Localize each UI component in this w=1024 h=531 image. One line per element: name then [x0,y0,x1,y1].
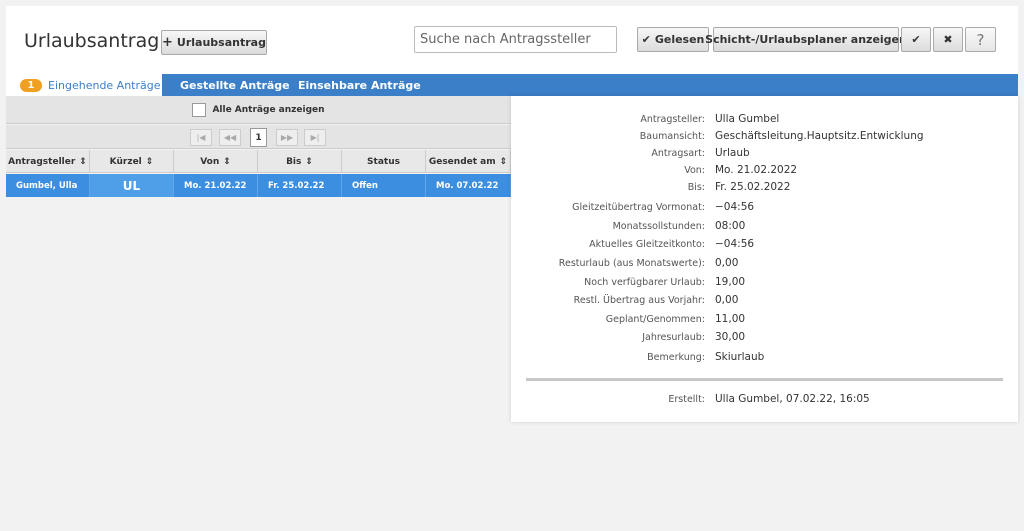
cell-short: UL [90,174,174,197]
column-header[interactable]: Antragsteller ⇕ [6,150,90,173]
help-button[interactable]: ? [965,27,996,52]
column-header[interactable]: Von ⇕ [174,150,258,173]
close-icon: ✖ [943,33,953,46]
show-all-checkbox[interactable] [192,102,207,117]
last-page-icon[interactable]: ▶| [304,129,326,146]
sort-icon: ⇕ [499,156,508,167]
divider [526,378,1003,381]
detail-row: Geplant/Genommen: 11,00 [605,313,746,325]
count-badge: 1 [20,78,42,92]
cell-status: Offen [342,174,426,197]
detail-row: Monatssollstunden: 08:00 [612,220,746,232]
page-title: Urlaubsantrag [24,30,160,52]
column-header[interactable]: Gesendet am ⇕ [426,150,511,173]
table-header: Antragsteller ⇕ Kürzel ⇕ Von ⇕ Bis ⇕ Status … [6,150,511,173]
tab-incoming[interactable]: 1 Eingehende Anträge [6,74,162,96]
cell-from: Mo. 21.02.22 [174,174,258,197]
new-request-button[interactable]: + Urlaubsantrag [161,30,267,55]
current-page[interactable]: 1 [250,128,267,147]
detail-row: Baumansicht: Geschäftsleitung.Hauptsitz.E… [639,130,924,142]
sort-icon: ⇕ [145,156,154,167]
top-toolbar: Urlaubsantrag + Urlaubsantrag ✔ Gelesen … [6,6,1018,74]
request-list: Alle Anträge anzeigen |◀ ◀◀ 1 ▶▶ ▶| Antr… [6,96,511,201]
cell-applicant: Gumbel, Ulla [6,174,90,197]
cell-sent: Mo. 07.02.22 [426,174,511,197]
show-all-row: Alle Anträge anzeigen [6,96,511,124]
sort-icon: ⇕ [223,156,231,167]
detail-panel: Antragsteller: Ulla Gumbel Baumansicht: Ge… [511,96,1018,422]
plus-icon: + [162,35,173,50]
column-header: Status [342,150,426,173]
first-page-icon[interactable]: |◀ [190,129,212,146]
search-input[interactable] [414,26,617,53]
sort-icon: ⇕ [79,156,87,167]
show-all-label: Alle Anträge anzeigen [212,104,325,115]
pager: |◀ ◀◀ 1 ▶▶ ▶| [6,125,511,149]
sort-icon: ⇕ [305,156,313,167]
prev-page-icon[interactable]: ◀◀ [219,129,241,146]
detail-row: Aktuelles Gleitzeitkonto: −04:56 [589,238,755,250]
column-header[interactable]: Kürzel ⇕ [90,150,174,173]
detail-row: Noch verfügbarer Urlaub: 19,00 [584,276,746,288]
detail-row: Restl. Übertrag aus Vorjahr: 0,00 [573,294,739,306]
approve-button[interactable]: ✔ [901,27,931,52]
detail-row: Von: Mo. 21.02.2022 [684,164,798,176]
tab-sent[interactable]: Gestellte Anträge [180,74,290,96]
detail-row: Resturlaub (aus Monatswerte): 0,00 [558,257,739,269]
detail-row: Gleitzeitübertrag Vormonat: −04:56 [572,201,755,213]
show-planner-button[interactable]: Schicht-/Urlaubsplaner anzeigen [705,27,907,52]
detail-row: Antragsart: Urlaub [651,147,750,159]
detail-row: Erstellt: Ulla Gumbel, 07.02.22, 16:05 [668,393,870,405]
column-header[interactable]: Bis ⇕ [258,150,342,173]
check-icon: ✔ [641,33,651,46]
detail-row: Bemerkung: Skiurlaub [647,351,765,363]
tab-bar: 1 Eingehende Anträge Gestellte Anträge E… [6,74,1018,96]
check-icon: ✔ [911,33,921,46]
detail-row: Bis: Fr. 25.02.2022 [687,181,791,193]
tab-viewable[interactable]: Einsehbare Anträge [298,74,421,96]
next-page-icon[interactable]: ▶▶ [276,129,298,146]
table-row[interactable]: Gumbel, Ulla UL Mo. 21.02.22 Fr. 25.02.2… [6,174,511,197]
detail-row: Antragsteller: Ulla Gumbel [640,113,780,125]
reject-button[interactable]: ✖ [933,27,963,52]
detail-row: Jahresurlaub: 30,00 [642,331,746,343]
cell-to: Fr. 25.02.22 [258,174,342,197]
mark-read-button[interactable]: ✔ Gelesen [637,27,709,52]
